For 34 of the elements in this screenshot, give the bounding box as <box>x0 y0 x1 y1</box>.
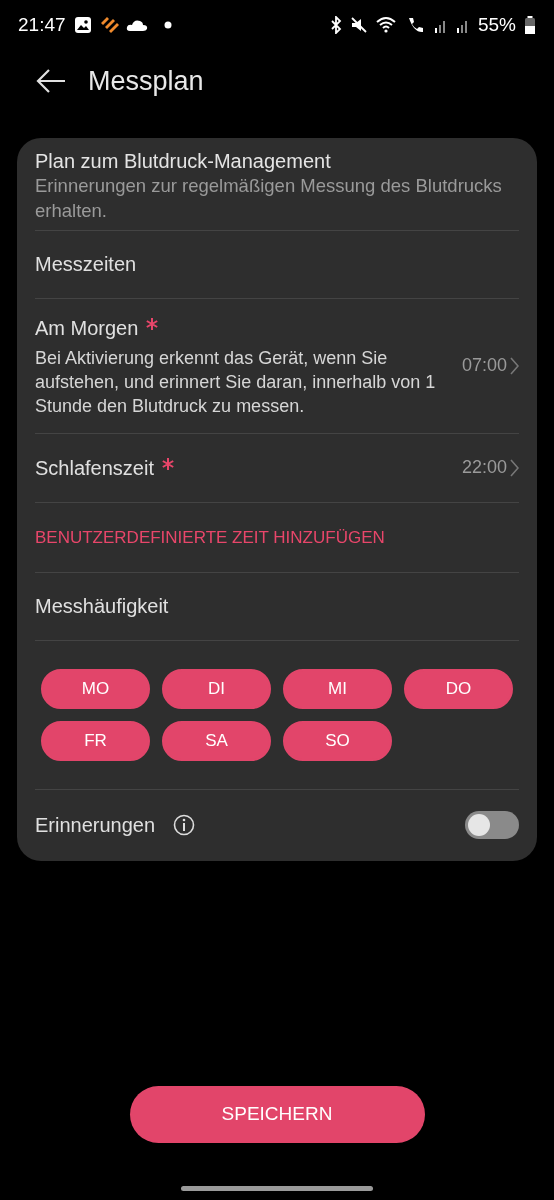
weekday-chip[interactable]: MO <box>41 668 150 709</box>
card-subtitle: Erinnerungen zur regelmäßigen Messung des Blutdrucks erhalten. <box>35 174 503 223</box>
cloud-icon <box>125 18 148 32</box>
notification-dot-icon <box>163 21 172 29</box>
clock-time: 21:47 <box>18 12 66 37</box>
weekday-chip[interactable]: DO <box>404 668 513 709</box>
image-icon <box>73 16 92 34</box>
bluetooth-icon <box>329 16 342 34</box>
weekday-chip[interactable]: MI <box>283 668 392 709</box>
time-value[interactable]: 07:00 <box>461 352 519 380</box>
chevron-icon <box>510 356 519 375</box>
time-label: Am Morgen <box>35 315 139 341</box>
save-button[interactable]: SPEICHERN <box>129 1086 425 1143</box>
weekday-chip[interactable]: DI <box>162 668 271 709</box>
info-icon[interactable] <box>173 814 196 837</box>
time-label: Schlafenszeit <box>35 455 154 481</box>
add-custom-time-link[interactable]: BENUTZERDEFINIERTE ZEIT HINZUFÜGEN <box>35 524 385 550</box>
mute-icon <box>349 16 368 34</box>
battery-percentage: 55% <box>477 12 516 37</box>
reminders-label: Erinnerungen <box>35 813 156 839</box>
page-title: Messplan <box>88 64 204 98</box>
back-button[interactable] <box>36 68 66 94</box>
weekday-chip[interactable]: SO <box>283 720 392 761</box>
description-text: Bei Aktivierung erkennt das Gerät, wenn Sie aufstehen, und erinnert Sie daran, innerhalb von 1 Stunde den Blutdruck zu messen. <box>35 346 437 418</box>
section-heading: Messzeiten <box>35 252 137 278</box>
wifi-icon <box>375 16 398 34</box>
reminders-toggle[interactable] <box>465 811 519 840</box>
battery-icon <box>524 15 536 35</box>
card-title: Plan zum Blutdruck-Management <box>35 149 332 174</box>
time-value[interactable]: 22:00 <box>461 454 519 482</box>
weekday-chip[interactable]: FR <box>41 720 150 761</box>
chevron-icon <box>510 458 519 477</box>
section-heading: Messhäufigkeit <box>35 594 169 620</box>
weekday-chip[interactable]: SA <box>162 720 271 761</box>
